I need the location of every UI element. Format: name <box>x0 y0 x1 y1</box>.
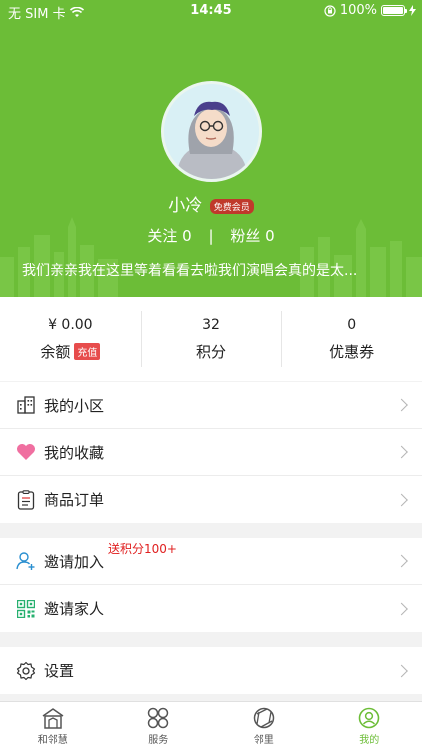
menu-group-settings: 设置 <box>0 647 422 694</box>
bottom-tab-bar: 和邻慧 服务 邻里 我的 <box>0 701 422 750</box>
chevron-right-icon <box>395 602 408 615</box>
charging-icon <box>409 5 416 16</box>
chevron-right-icon <box>395 554 408 568</box>
account-stats: ¥ 0.00 余额 充值 32 积分 0 优惠券 <box>0 297 422 381</box>
username: 小冷 <box>168 196 203 216</box>
battery-icon <box>381 5 407 16</box>
gear-icon <box>16 661 36 681</box>
menu-item-my-community[interactable]: 我的小区 <box>0 382 422 429</box>
battery-percent: 100% <box>339 3 377 18</box>
user-circle-icon <box>358 707 380 728</box>
follow-stats: 关注 0 | 粉丝 0 <box>0 225 422 246</box>
invite-family-label: 邀请家人 <box>44 600 105 618</box>
tab-services-label: 服务 <box>148 734 169 746</box>
my-favorites-label: 我的收藏 <box>44 443 105 462</box>
orientation-lock-icon <box>324 4 336 17</box>
tab-mine-label: 我的 <box>359 734 380 746</box>
menu-group-invite: 邀请加入 送积分100+ 邀请家人 <box>0 538 422 632</box>
member-badge: 免费会员 <box>209 198 254 214</box>
avatar-illustration <box>164 84 259 179</box>
username-row: 小冷 免费会员 <box>0 191 422 216</box>
my-community-label: 我的小区 <box>44 396 105 415</box>
aperture-icon <box>253 707 274 728</box>
fans-count[interactable]: 粉丝 0 <box>230 227 274 245</box>
tab-neighbors[interactable]: 邻里 <box>211 702 317 750</box>
coupons-value: 0 <box>347 316 357 333</box>
order-list-icon <box>16 489 36 510</box>
chevron-right-icon <box>395 445 408 459</box>
chevron-right-icon <box>395 664 408 677</box>
coupons-stat[interactable]: 0 优惠券 <box>281 297 422 381</box>
community-building-icon <box>16 395 36 415</box>
chevron-right-icon <box>395 493 408 506</box>
clover-grid-icon <box>148 707 169 728</box>
settings-label: 设置 <box>44 662 75 680</box>
coupons-label: 优惠券 <box>329 342 375 361</box>
balance-label: 余额 <box>40 342 71 361</box>
avatar[interactable] <box>161 81 262 182</box>
qr-code-icon <box>16 599 36 619</box>
menu-group-mine: 我的小区 我的收藏 商品订单 <box>0 382 422 523</box>
tab-home-label: 和邻慧 <box>37 734 68 746</box>
tab-services[interactable]: 服务 <box>106 702 212 750</box>
profile-header: 无 SIM 卡 14:45 100% 小冷 免费会员 关注 0 | 粉丝 0 我… <box>0 0 422 297</box>
menu-item-invite-join[interactable]: 邀请加入 送积分100+ <box>0 538 422 585</box>
points-stat[interactable]: 32 积分 <box>140 297 282 381</box>
points-label: 积分 <box>196 342 227 361</box>
tab-neighbors-label: 邻里 <box>253 734 274 746</box>
balance-stat[interactable]: ¥ 0.00 余额 充值 <box>0 297 141 381</box>
invite-join-label: 邀请加入 <box>44 552 105 571</box>
profile-signature: 我们亲亲我在这里等着看看去啦我们演唱会真的是太... <box>22 263 358 279</box>
invite-points-promo: 送积分100+ <box>108 542 177 556</box>
menu-item-my-favorites[interactable]: 我的收藏 <box>0 429 422 476</box>
balance-value: ¥ 0.00 <box>48 316 93 333</box>
tab-home[interactable]: 和邻慧 <box>0 702 106 750</box>
menu-item-invite-family[interactable]: 邀请家人 <box>0 585 422 632</box>
orders-label: 商品订单 <box>44 491 105 509</box>
heart-icon <box>16 442 36 462</box>
menu-item-orders[interactable]: 商品订单 <box>0 476 422 523</box>
recharge-button[interactable]: 充值 <box>74 342 101 360</box>
following-count[interactable]: 关注 0 <box>147 227 191 245</box>
points-value: 32 <box>202 316 220 333</box>
menu-item-settings[interactable]: 设置 <box>0 647 422 694</box>
tab-mine[interactable]: 我的 <box>317 702 422 750</box>
chevron-right-icon <box>395 398 408 412</box>
status-bar: 无 SIM 卡 14:45 100% <box>0 0 422 22</box>
add-user-icon <box>16 551 36 571</box>
follow-separator: | <box>208 227 214 245</box>
home-building-icon <box>42 707 64 729</box>
